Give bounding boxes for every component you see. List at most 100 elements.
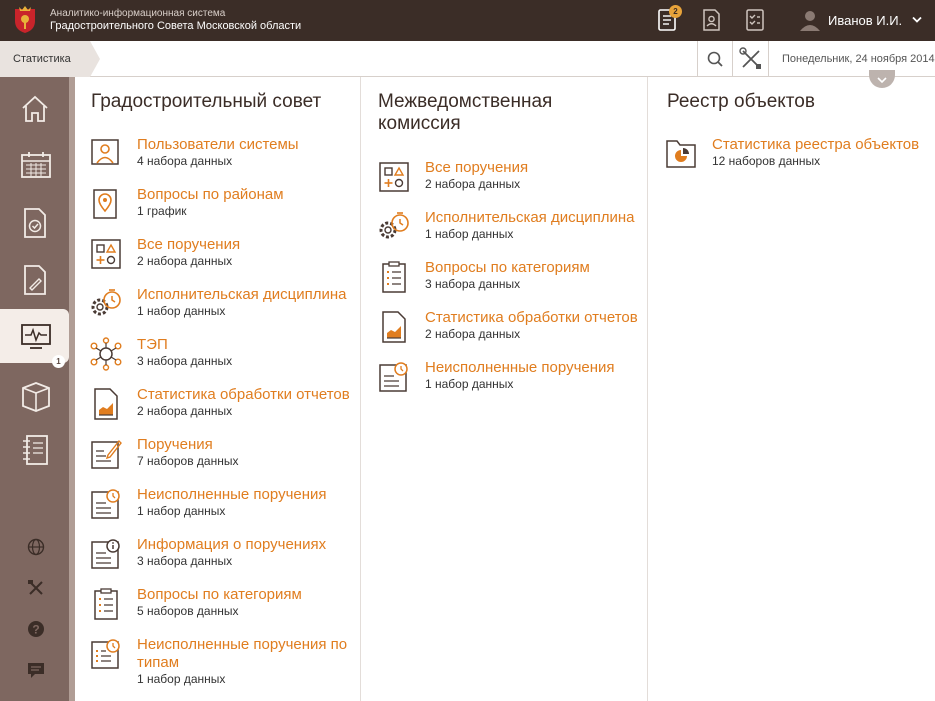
shapes-icon (379, 162, 409, 192)
book-icon (22, 382, 50, 412)
item-subtitle: 3 набора данных (137, 554, 233, 568)
report-chart-icon (382, 311, 406, 343)
chevron-down-icon (877, 77, 887, 84)
collapse-toggle[interactable] (869, 70, 895, 88)
monitor-pulse-icon (21, 324, 51, 349)
item-label: Вопросы по категориям (137, 586, 302, 603)
list-item-object-registry-statistics[interactable]: Статистика реестра объектов 12 наборов д… (664, 136, 934, 183)
list-item-executive-discipline[interactable]: Исполнительская дисциплина 1 набор данны… (377, 209, 647, 256)
user-menu[interactable]: Иванов И.И. (795, 7, 930, 33)
item-label: Неисполненные поручения (137, 486, 327, 503)
chat-icon[interactable] (26, 660, 46, 680)
clock-board-icon (91, 639, 120, 669)
document-person-icon[interactable] (698, 7, 724, 33)
item-subtitle: 2 набора данных (425, 327, 521, 341)
globe-icon[interactable] (26, 537, 46, 557)
tools-icon[interactable] (26, 578, 46, 598)
list-item-report-statistics[interactable]: Статистика обработки отчетов 2 набора да… (377, 309, 647, 356)
list-item-unfulfilled-orders[interactable]: Неисполненные поручения 1 набор данных (377, 359, 647, 406)
list-item-tep[interactable]: ТЭП 3 набора данных (89, 336, 359, 383)
item-subtitle: 1 набор данных (137, 304, 226, 318)
report-chart-icon (94, 388, 118, 420)
item-label: Статистика обработки отчетов (425, 309, 638, 326)
column-title: Градостроительный совет (91, 91, 322, 112)
clock-list-icon (379, 362, 408, 392)
calendar-icon (21, 152, 51, 178)
column-reestr-obektov: Реестр объектов Статистика реестра объек… (648, 77, 935, 701)
item-subtitle: 1 график (137, 204, 187, 218)
list-item-questions-by-category[interactable]: Вопросы по категориям 3 набора данных (377, 259, 647, 306)
clock-list-icon (91, 489, 120, 519)
item-label: Исполнительская дисциплина (137, 286, 347, 303)
item-label: Неисполненные поручения (425, 359, 615, 376)
list-item-orders[interactable]: Поручения 7 наборов данных (89, 436, 359, 483)
users-icon (91, 139, 119, 165)
item-label: Вопросы по категориям (425, 259, 590, 276)
sidebar-item-home[interactable] (0, 82, 69, 136)
item-label: Статистика обработки отчетов (137, 386, 350, 403)
item-subtitle: 1 набор данных (425, 227, 514, 241)
list-item-all-orders[interactable]: Все поручения 2 набора данных (89, 236, 359, 283)
item-subtitle: 12 наборов данных (712, 154, 821, 168)
search-icon (707, 51, 723, 67)
edit-list-icon (91, 439, 122, 469)
item-label: Статистика реестра объектов (712, 136, 920, 153)
home-icon (22, 95, 48, 122)
item-subtitle: 1 набор данных (425, 377, 514, 391)
info-list-icon (91, 539, 120, 569)
sidebar-item-document-edit[interactable] (0, 252, 69, 306)
item-label: Исполнительская дисциплина (425, 209, 635, 226)
item-subtitle: 2 набора данных (137, 404, 233, 418)
clipboard-list-icon (382, 261, 406, 293)
item-subtitle: 4 набора данных (137, 154, 233, 168)
item-label: Поручения (137, 436, 213, 453)
sidebar-item-calendar[interactable] (0, 138, 69, 192)
list-item-users[interactable]: Пользователи системы 4 набора данных (89, 136, 359, 183)
notebook-badge: 1 (52, 355, 65, 368)
checklist-icon[interactable] (742, 7, 768, 33)
breadcrumb-label: Статистика (13, 53, 71, 65)
list-item-report-statistics[interactable]: Статистика обработки отчетов 2 набора да… (89, 386, 359, 433)
shapes-icon (91, 239, 121, 269)
user-avatar-icon (800, 11, 820, 31)
current-date: Понедельник, 24 ноября 2014 (782, 53, 935, 65)
coat-of-arms-logo (15, 6, 35, 33)
tools-button[interactable] (732, 41, 767, 77)
help-icon[interactable]: ? (26, 619, 46, 639)
toolbar: Статистика Понедельник, 24 ноября 2014 (0, 41, 935, 77)
list-item-questions-by-district[interactable]: Вопросы по районам 1 график (89, 186, 359, 233)
document-edit-icon (24, 265, 46, 295)
item-subtitle: 1 набор данных (137, 672, 226, 686)
item-label: Информация о поручениях (137, 536, 327, 553)
item-subtitle: 2 набора данных (425, 177, 521, 191)
list-item-all-orders[interactable]: Все поручения 2 набора данных (377, 159, 647, 206)
list-item-questions-by-category[interactable]: Вопросы по категориям 5 наборов данных (89, 586, 359, 633)
item-label: Все поручения (137, 236, 241, 253)
sidebar-item-book[interactable] (0, 368, 69, 422)
folder-pie-icon (666, 140, 696, 168)
column-title: Межведомственная комиссия (378, 91, 553, 134)
list-item-order-info[interactable]: Информация о поручениях 3 набора данных (89, 536, 359, 583)
chevron-down-icon (912, 16, 922, 23)
item-subtitle: 3 набора данных (425, 277, 521, 291)
sidebar-item-document-check[interactable] (0, 195, 69, 249)
item-label: Неисполненные поручения по типам (137, 636, 348, 671)
search-button[interactable] (697, 41, 732, 77)
user-name: Иванов И.И. (828, 13, 903, 28)
column-gradostroitelny-sovet: Градостроительный совет Пользователи сис… (75, 77, 361, 701)
sidebar-item-notebook[interactable] (0, 422, 69, 476)
item-subtitle: 2 набора данных (137, 254, 233, 268)
top-header: Аналитико-информационная система Градост… (0, 0, 935, 41)
item-label: Все поручения (425, 159, 529, 176)
notifications-badge: 2 (669, 5, 682, 18)
item-label: Пользователи системы (137, 136, 299, 153)
list-item-unfulfilled-orders-by-type[interactable]: Неисполненные поручения по типам 1 набор… (89, 636, 359, 686)
app-title-line1: Аналитико-информационная система (50, 8, 226, 19)
map-pin-icon (93, 189, 117, 219)
notebook-icon (23, 435, 48, 465)
gear-timer-icon (379, 212, 409, 239)
list-item-unfulfilled-orders[interactable]: Неисполненные поручения 1 набор данных (89, 486, 359, 533)
tools-icon (739, 47, 761, 69)
list-item-executive-discipline[interactable]: Исполнительская дисциплина 1 набор данны… (89, 286, 359, 333)
column-mezhvedomstvennaya-komissiya: Межведомственная комиссия Все поручения … (361, 77, 648, 701)
